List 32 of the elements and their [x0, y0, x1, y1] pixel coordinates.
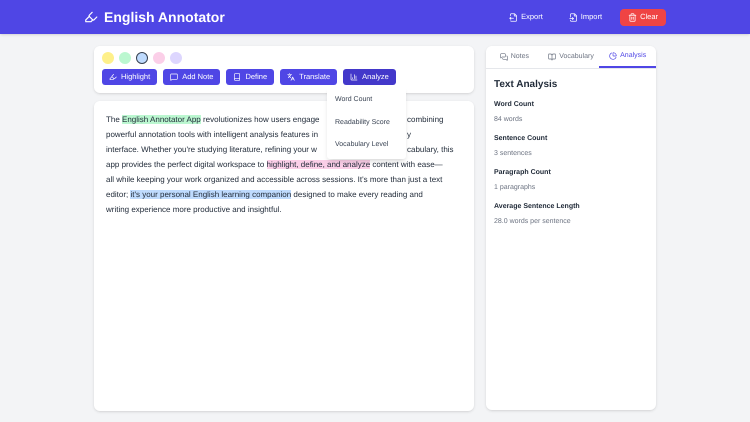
- text-line: writing experience more productive and insightful.: [106, 204, 282, 216]
- text-line: cabulary, this: [407, 144, 454, 156]
- highlighted-text: English Annotator App: [122, 114, 201, 124]
- file-icon: [568, 12, 578, 22]
- text-line: powerful annotation tools with intelligent analysis features in: [106, 128, 320, 140]
- text-line: combining: [407, 114, 444, 126]
- text-line: editor; it's your personal English learning companion designed to make every reading and: [106, 188, 423, 200]
- chat-bubbles-icon: [500, 53, 508, 61]
- highlighter-icon: [109, 73, 117, 81]
- highlighted-text: highlight, define, and analyze: [266, 160, 370, 168]
- text-line: all while keeping your work organized and accessible across sessions. It's more than just a text: [106, 174, 442, 186]
- panel-title: Text Analysis: [494, 78, 558, 92]
- book-icon: [233, 73, 242, 81]
- color-swatch[interactable]: [102, 52, 114, 64]
- app-title: English Annotator: [104, 8, 225, 27]
- text-line: y: [407, 128, 411, 140]
- highlighter-icon: [84, 10, 98, 24]
- color-swatch[interactable]: [153, 52, 165, 64]
- file-icon: [509, 12, 518, 22]
- trash-icon: [628, 12, 638, 22]
- color-swatch[interactable]: [119, 52, 131, 64]
- highlighted-text: it's your personal English learning companion: [130, 190, 292, 198]
- pie-chart-icon: [609, 52, 618, 60]
- open-book-icon: [548, 53, 556, 61]
- text-line: The English Annotator App revolutionizes how users engage: [106, 114, 320, 126]
- language-icon: [287, 73, 296, 81]
- text-line: app provides the perfect digital workspace to highlight, define, and analyze content with ease—: [106, 158, 443, 170]
- color-swatch[interactable]: [136, 52, 148, 64]
- bar-chart-icon: [350, 73, 358, 81]
- text-line: interface. Whether you're studying literature, refining your w: [106, 144, 318, 156]
- color-swatch[interactable]: [170, 52, 182, 64]
- speech-bubble-icon: [170, 73, 178, 81]
